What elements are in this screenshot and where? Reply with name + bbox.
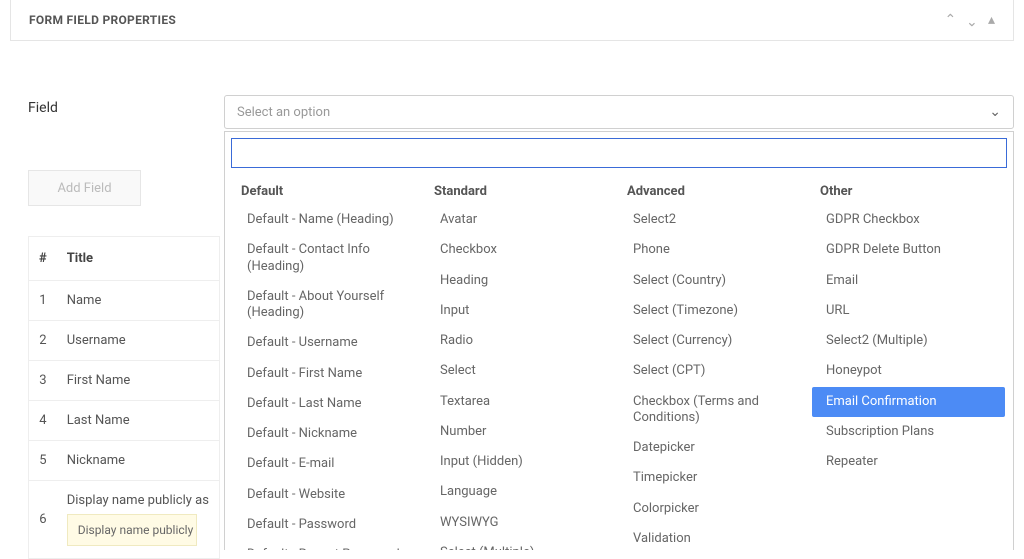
option-select-timezone[interactable]: Select (Timezone): [619, 296, 812, 326]
option-number[interactable]: Number: [426, 417, 619, 447]
option-checkbox[interactable]: Checkbox: [426, 235, 619, 265]
option-default-name-heading[interactable]: Default - Name (Heading): [233, 205, 426, 235]
table-row[interactable]: 6 Display name publicly as Display name …: [29, 481, 220, 551]
option-input-hidden[interactable]: Input (Hidden): [426, 447, 619, 477]
cell-title: Last Name: [57, 401, 220, 441]
option-gdpr-delete[interactable]: GDPR Delete Button: [812, 235, 1005, 265]
option-wysiwyg[interactable]: WYSIWYG: [426, 508, 619, 538]
group-advanced: Advanced Select2 Phone Select (Country) …: [619, 178, 812, 550]
table-row[interactable]: 1 Name: [29, 281, 220, 321]
option-repeater[interactable]: Repeater: [812, 447, 1005, 477]
panel-title: FORM FIELD PROPERTIES: [29, 13, 176, 27]
option-timepicker[interactable]: Timepicker: [619, 463, 812, 493]
option-radio[interactable]: Radio: [426, 326, 619, 356]
group-advanced-header: Advanced: [619, 178, 812, 205]
header-num: #: [29, 237, 57, 281]
cell-num: 6: [29, 481, 57, 551]
sort-up-icon[interactable]: ⌃: [945, 12, 957, 28]
field-label: Field: [28, 95, 224, 129]
option-email-confirmation[interactable]: Email Confirmation: [812, 387, 1005, 417]
option-default-last-name[interactable]: Default - Last Name: [233, 389, 426, 419]
option-default-username[interactable]: Default - Username: [233, 328, 426, 358]
field-select-placeholder: Select an option: [237, 105, 330, 120]
panel-controls: ⌃ ⌃ ▴: [945, 12, 996, 28]
option-url[interactable]: URL: [812, 296, 1005, 326]
option-default-website[interactable]: Default - Website: [233, 480, 426, 510]
option-select-multiple[interactable]: Select (Multiple): [426, 538, 619, 550]
dropdown-columns: Default Default - Name (Heading) Default…: [225, 174, 1013, 550]
cell-title: Nickname: [57, 441, 220, 481]
table-row[interactable]: 5 Nickname: [29, 441, 220, 481]
group-default-header: Default: [233, 178, 426, 205]
option-default-repeat-password[interactable]: Default - Repeat Password: [233, 540, 426, 550]
option-colorpicker[interactable]: Colorpicker: [619, 494, 812, 524]
field-control: Select an option ⌄ Default Default - Nam…: [224, 95, 1014, 129]
cell-title: Username: [57, 321, 220, 361]
table-row[interactable]: 3 First Name: [29, 361, 220, 401]
option-language[interactable]: Language: [426, 477, 619, 507]
option-validation[interactable]: Validation: [619, 524, 812, 550]
group-other: Other GDPR Checkbox GDPR Delete Button E…: [812, 178, 1005, 550]
sort-down-icon[interactable]: ⌃: [966, 12, 978, 28]
group-default: Default Default - Name (Heading) Default…: [233, 178, 426, 550]
option-textarea[interactable]: Textarea: [426, 387, 619, 417]
cell-num: 3: [29, 361, 57, 401]
properties-panel: FORM FIELD PROPERTIES ⌃ ⌃ ▴ Field Select…: [0, 0, 1024, 550]
option-select-country[interactable]: Select (Country): [619, 266, 812, 296]
cell-num: 1: [29, 281, 57, 321]
option-select2[interactable]: Select2: [619, 205, 812, 235]
option-select-cpt[interactable]: Select (CPT): [619, 356, 812, 386]
option-gdpr-checkbox[interactable]: GDPR Checkbox: [812, 205, 1005, 235]
cell-num: 4: [29, 401, 57, 441]
group-other-header: Other: [812, 178, 1005, 205]
option-select2-multiple[interactable]: Select2 (Multiple): [812, 326, 1005, 356]
chevron-down-icon: ⌄: [989, 104, 1001, 120]
option-default-contact-heading[interactable]: Default - Contact Info (Heading): [233, 235, 426, 282]
cell-title: Display name publicly as Display name pu…: [57, 481, 220, 551]
add-field-label: Add Field: [57, 181, 111, 196]
option-datepicker[interactable]: Datepicker: [619, 433, 812, 463]
option-default-about-heading[interactable]: Default - About Yourself (Heading): [233, 282, 426, 329]
dropdown-search-input[interactable]: [231, 138, 1007, 168]
option-select[interactable]: Select: [426, 356, 619, 386]
cell-title-text: Display name publicly as: [67, 493, 209, 508]
display-name-notice: Display name publicly: [67, 514, 197, 546]
option-heading[interactable]: Heading: [426, 266, 619, 296]
field-select-trigger[interactable]: Select an option ⌄: [224, 95, 1014, 129]
option-default-nickname[interactable]: Default - Nickname: [233, 419, 426, 449]
add-field-button[interactable]: Add Field: [28, 170, 141, 206]
option-select-currency[interactable]: Select (Currency): [619, 326, 812, 356]
option-avatar[interactable]: Avatar: [426, 205, 619, 235]
option-subscription-plans[interactable]: Subscription Plans: [812, 417, 1005, 447]
option-email[interactable]: Email: [812, 266, 1005, 296]
lower-section: Add Field # Title 1 Name 2 Username 3 Fi…: [28, 170, 218, 550]
option-input[interactable]: Input: [426, 296, 619, 326]
group-standard: Standard Avatar Checkbox Heading Input R…: [426, 178, 619, 550]
option-phone[interactable]: Phone: [619, 235, 812, 265]
field-row: Field Select an option ⌄ Default Default…: [10, 41, 1014, 129]
group-standard-header: Standard: [426, 178, 619, 205]
cell-title: First Name: [57, 361, 220, 401]
panel-header: FORM FIELD PROPERTIES ⌃ ⌃ ▴: [10, 0, 1014, 41]
fields-table: # Title 1 Name 2 Username 3 First Name 4…: [28, 236, 220, 550]
cell-title: Name: [57, 281, 220, 321]
table-row[interactable]: 4 Last Name: [29, 401, 220, 441]
cell-num: 5: [29, 441, 57, 481]
collapse-icon[interactable]: ▴: [988, 12, 995, 28]
option-checkbox-terms[interactable]: Checkbox (Terms and Conditions): [619, 387, 812, 434]
option-default-first-name[interactable]: Default - First Name: [233, 359, 426, 389]
option-default-email[interactable]: Default - E-mail: [233, 449, 426, 479]
table-header-row: # Title: [29, 237, 220, 281]
field-dropdown: Default Default - Name (Heading) Default…: [224, 131, 1014, 550]
cell-num: 2: [29, 321, 57, 361]
header-title: Title: [57, 237, 220, 281]
option-default-password[interactable]: Default - Password: [233, 510, 426, 540]
option-honeypot[interactable]: Honeypot: [812, 356, 1005, 386]
table-row[interactable]: 2 Username: [29, 321, 220, 361]
